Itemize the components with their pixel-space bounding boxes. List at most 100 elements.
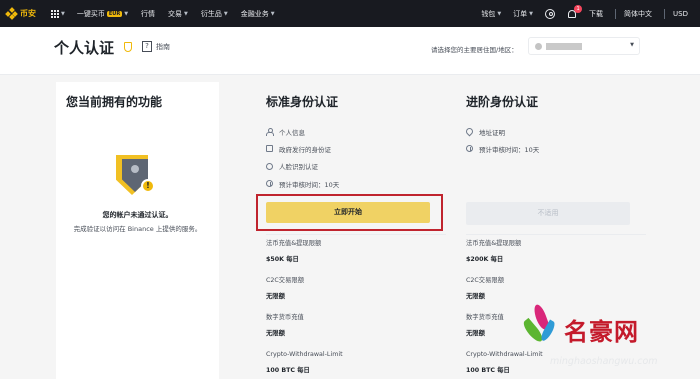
limit-value: 无限额 (266, 293, 285, 300)
nav-item-trade[interactable]: 交易 ▼ (168, 9, 188, 19)
chevron-down-icon: ▼ (124, 10, 129, 17)
limit-label: 法币充值&提现限额 (266, 240, 322, 247)
notifications-button[interactable]: 1 (567, 4, 583, 19)
nav-right-group: 钱包 ▼ 订单 ▼ 1 下载 简体中文 USD (481, 0, 700, 27)
nav-item-wallet[interactable]: 钱包 ▼ (481, 9, 501, 19)
requirement-item: 预计审核时间：10天 (266, 175, 446, 192)
unverified-shield-icon: ! (116, 155, 156, 199)
limit-value: 无限额 (266, 330, 285, 337)
guide-icon[interactable]: ? (142, 41, 152, 52)
binance-logo-icon (5, 7, 18, 20)
currency-label: USD (673, 9, 688, 18)
limit-label: C2C交易限额 (266, 277, 304, 284)
chevron-down-icon: ▼ (61, 10, 65, 17)
watermark-url: minghaoshangwu.com (550, 356, 658, 367)
site-watermark: 名豪网 minghaoshangwu.com (520, 300, 700, 379)
advanced-requirements-list: 地址证明 预计审核时间：10天 (464, 123, 646, 158)
requirement-label: 人脸识别认证 (279, 163, 318, 172)
limit-value: $50K 每日 (266, 256, 299, 263)
requirement-label: 个人信息 (279, 128, 305, 137)
person-icon (266, 128, 274, 137)
limit-label: C2C交易限额 (466, 277, 504, 284)
advanced-verification-column: 进阶身份认证 地址证明 预计审核时间：10天 不适用 法币充值&提现限额 $20… (464, 82, 646, 374)
requirement-label: 地址证明 (479, 128, 505, 137)
nav-item-label: 金融业务 (240, 9, 269, 18)
requirement-item: 政府发行的身份证 (266, 140, 446, 157)
requirement-label: 政府发行的身份证 (279, 145, 331, 154)
chevron-down-icon: ▼ (497, 10, 502, 17)
limit-label: 法币充值&提现限额 (466, 240, 522, 247)
standard-verification-title: 标准身份认证 (266, 95, 339, 109)
divider (615, 8, 617, 19)
face-icon (266, 162, 273, 170)
id-card-icon (266, 145, 273, 153)
user-icon (545, 8, 556, 19)
standard-verification-column: 标准身份认证 个人信息 政府发行的身份证 人脸识别认证 预计审核时间：10天 立… (256, 82, 446, 374)
verification-badge-icon (124, 42, 132, 52)
currency-selector[interactable]: USD (673, 10, 688, 18)
nav-item-markets[interactable]: 行情 (141, 9, 155, 19)
nav-item-download[interactable]: 下载 (589, 9, 603, 19)
chevron-down-icon: ▼ (270, 10, 275, 17)
requirement-item: 个人信息 (266, 123, 446, 140)
nav-item-derivatives[interactable]: 衍生品 ▼ (201, 9, 228, 19)
nav-item-label: 钱包 (481, 9, 496, 18)
language-label: 简体中文 (624, 9, 653, 18)
region-select[interactable]: ▼ (528, 37, 640, 55)
limit-value: $200K 每日 (466, 256, 504, 263)
language-selector[interactable]: 简体中文 (624, 9, 652, 19)
divider (664, 8, 666, 19)
clock-icon (266, 180, 273, 188)
nav-item-label: 一键买币 (76, 9, 105, 18)
current-features-card: 您当前拥有的功能 ! 您的帐户未通过认证。 完成验证以访问在 Binance 上… (56, 82, 219, 379)
start-verification-button[interactable]: 立即开始 (266, 202, 430, 223)
nav-item-orders[interactable]: 订单 ▼ (513, 9, 533, 19)
notification-count-badge: 1 (574, 4, 583, 13)
limit-label: 数字货币充值 (266, 314, 304, 321)
standard-requirements-list: 个人信息 政府发行的身份证 人脸识别认证 预计审核时间：10天 (266, 123, 446, 192)
page-header: 个人认证 ? 指南 请选择您的主要居住国/地区： ▼ (0, 27, 700, 75)
logo[interactable]: 币安 (5, 7, 36, 20)
location-icon (464, 126, 475, 137)
top-navbar: 币安 ▼ 一键买币 EUR ▼ 行情 交易 ▼ 衍生品 ▼ 金融业务 ▼ 钱包 … (0, 0, 700, 27)
requirement-item: 地址证明 (464, 123, 646, 140)
watermark-flower-icon (520, 303, 557, 354)
nav-item-label: 下载 (589, 9, 604, 18)
watermark-title: 名豪网 (564, 317, 639, 346)
nav-item-label: 订单 (513, 9, 528, 18)
warning-icon: ! (141, 179, 155, 193)
region-label: 请选择您的主要居住国/地区： (431, 46, 518, 54)
requirement-item: 预计审核时间：10天 (466, 140, 646, 157)
advanced-verification-title: 进阶身份认证 (466, 95, 539, 109)
not-applicable-button: 不适用 (466, 202, 630, 225)
flag-icon (535, 43, 542, 50)
page-title: 个人认证 (54, 39, 115, 57)
limit-label: Crypto-Withdrawal-Limit (266, 351, 343, 358)
chevron-down-icon: ▼ (529, 10, 534, 17)
nav-item-buy-crypto[interactable]: 一键买币 EUR ▼ (77, 9, 128, 19)
requirement-label: 预计审核时间：10天 (279, 180, 340, 189)
currency-badge: EUR (106, 10, 123, 17)
account-button[interactable] (545, 8, 556, 19)
nav-item-label: 交易 (168, 9, 183, 18)
nav-item-finance[interactable]: 金融业务 ▼ (241, 9, 275, 19)
requirement-label: 预计审核时间：10天 (479, 145, 540, 154)
logo-text: 币安 (20, 9, 36, 18)
limit-value: 100 BTC 每日 (266, 367, 310, 374)
current-features-title: 您当前拥有的功能 (66, 95, 163, 109)
guide-link[interactable]: 指南 (156, 42, 170, 52)
unverified-subtext: 完成验证以访问在 Binance 上提供的服务。 (73, 225, 202, 233)
standard-limits: 法币充值&提现限额 $50K 每日 C2C交易限额 无限额 数字货币充值 无限额… (266, 239, 446, 379)
divider (266, 234, 446, 235)
clock-icon (466, 145, 473, 153)
chevron-down-icon: ▼ (223, 10, 228, 17)
chevron-down-icon: ▼ (630, 42, 634, 48)
chevron-down-icon: ▼ (184, 10, 188, 17)
apps-grid-icon[interactable] (51, 9, 59, 18)
unverified-message: 您的帐户未通过认证。 (102, 211, 173, 219)
nav-item-label: 行情 (141, 9, 156, 18)
requirement-item: 人脸识别认证 (266, 158, 446, 175)
divider (466, 234, 646, 235)
nav-item-label: 衍生品 (200, 9, 222, 18)
region-name-redacted (546, 43, 582, 50)
